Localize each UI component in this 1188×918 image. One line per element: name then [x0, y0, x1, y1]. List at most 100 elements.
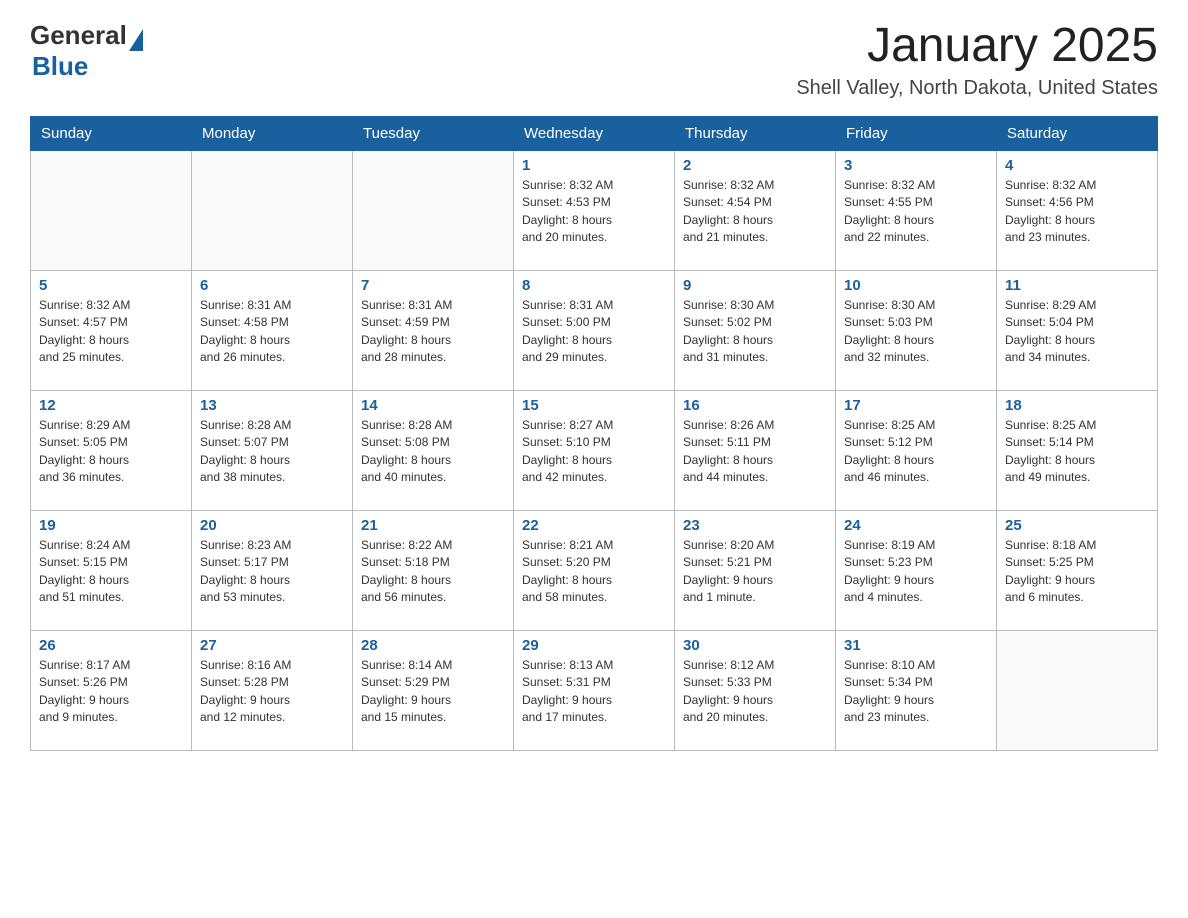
day-number: 21 [361, 517, 505, 534]
calendar-week-row: 5 Sunrise: 8:32 AMSunset: 4:57 PMDaylight… [31, 270, 1158, 390]
day-header-wednesday: Wednesday [514, 116, 675, 150]
calendar-cell: 18 Sunrise: 8:25 AMSunset: 5:14 PMDayligh… [997, 390, 1158, 510]
calendar-cell [31, 150, 192, 270]
day-info: Sunrise: 8:16 AMSunset: 5:28 PMDaylight:… [200, 657, 344, 727]
calendar-cell: 9 Sunrise: 8:30 AMSunset: 5:02 PMDaylight… [675, 270, 836, 390]
day-number: 4 [1005, 157, 1149, 174]
calendar-cell: 17Sunrise: 8:25 AMSunset: 5:12 PMDayligh… [836, 390, 997, 510]
calendar-cell [353, 150, 514, 270]
day-number: 8 [522, 277, 666, 294]
day-info: Sunrise: 8:23 AMSunset: 5:17 PMDaylight:… [200, 537, 344, 607]
calendar-cell [997, 630, 1158, 750]
calendar-cell: 23Sunrise: 8:20 AMSunset: 5:21 PMDayligh… [675, 510, 836, 630]
calendar-cell: 19Sunrise: 8:24 AMSunset: 5:15 PMDayligh… [31, 510, 192, 630]
day-header-sunday: Sunday [31, 116, 192, 150]
day-number: 20 [200, 517, 344, 534]
day-info: Sunrise: 8:32 AMSunset: 4:56 PMDaylight:… [1005, 177, 1149, 247]
day-number: 26 [39, 637, 183, 654]
day-number: 3 [844, 157, 988, 174]
day-info: Sunrise: 8:30 AMSunset: 5:02 PMDaylight:… [683, 297, 827, 367]
day-number: 15 [522, 397, 666, 414]
day-info: Sunrise: 8:18 AMSunset: 5:25 PMDaylight:… [1005, 537, 1149, 607]
calendar-header-row: SundayMondayTuesdayWednesdayThursdayFrid… [31, 116, 1158, 150]
calendar-cell [192, 150, 353, 270]
day-number: 14 [361, 397, 505, 414]
day-number: 17 [844, 397, 988, 414]
logo-triangle-icon [129, 29, 143, 51]
calendar-cell: 3 Sunrise: 8:32 AMSunset: 4:55 PMDaylight… [836, 150, 997, 270]
day-number: 18 [1005, 397, 1149, 414]
day-info: Sunrise: 8:32 AMSunset: 4:54 PMDaylight:… [683, 177, 827, 247]
day-number: 25 [1005, 517, 1149, 534]
day-header-friday: Friday [836, 116, 997, 150]
day-number: 2 [683, 157, 827, 174]
day-number: 1 [522, 157, 666, 174]
day-number: 27 [200, 637, 344, 654]
day-header-saturday: Saturday [997, 116, 1158, 150]
calendar-cell: 11 Sunrise: 8:29 AMSunset: 5:04 PMDayligh… [997, 270, 1158, 390]
calendar-cell: 20 Sunrise: 8:23 AMSunset: 5:17 PMDayligh… [192, 510, 353, 630]
day-info: Sunrise: 8:31 AMSunset: 4:58 PMDaylight:… [200, 297, 344, 367]
day-info: Sunrise: 8:17 AMSunset: 5:26 PMDaylight:… [39, 657, 183, 727]
calendar-cell: 27 Sunrise: 8:16 AMSunset: 5:28 PMDayligh… [192, 630, 353, 750]
day-header-monday: Monday [192, 116, 353, 150]
calendar-cell: 29 Sunrise: 8:13 AMSunset: 5:31 PMDayligh… [514, 630, 675, 750]
day-info: Sunrise: 8:27 AMSunset: 5:10 PMDaylight:… [522, 417, 666, 487]
calendar-cell: 30 Sunrise: 8:12 AMSunset: 5:33 PMDayligh… [675, 630, 836, 750]
calendar-cell: 16Sunrise: 8:26 AMSunset: 5:11 PMDayligh… [675, 390, 836, 510]
day-number: 11 [1005, 277, 1149, 294]
day-info: Sunrise: 8:13 AMSunset: 5:31 PMDaylight:… [522, 657, 666, 727]
day-number: 22 [522, 517, 666, 534]
day-number: 30 [683, 637, 827, 654]
day-number: 16 [683, 397, 827, 414]
calendar-cell: 28Sunrise: 8:14 AMSunset: 5:29 PMDayligh… [353, 630, 514, 750]
day-number: 9 [683, 277, 827, 294]
calendar-week-row: 19Sunrise: 8:24 AMSunset: 5:15 PMDayligh… [31, 510, 1158, 630]
calendar-cell: 26 Sunrise: 8:17 AMSunset: 5:26 PMDayligh… [31, 630, 192, 750]
day-header-thursday: Thursday [675, 116, 836, 150]
title-section: January 2025 Shell Valley, North Dakota,… [796, 20, 1158, 100]
day-number: 10 [844, 277, 988, 294]
day-info: Sunrise: 8:31 AMSunset: 5:00 PMDaylight:… [522, 297, 666, 367]
day-info: Sunrise: 8:28 AMSunset: 5:07 PMDaylight:… [200, 417, 344, 487]
calendar-cell: 5 Sunrise: 8:32 AMSunset: 4:57 PMDaylight… [31, 270, 192, 390]
calendar-week-row: 26 Sunrise: 8:17 AMSunset: 5:26 PMDayligh… [31, 630, 1158, 750]
calendar-cell: 24Sunrise: 8:19 AMSunset: 5:23 PMDayligh… [836, 510, 997, 630]
calendar-cell: 2 Sunrise: 8:32 AMSunset: 4:54 PMDaylight… [675, 150, 836, 270]
day-number: 24 [844, 517, 988, 534]
page-header: General Blue January 2025 Shell Valley, … [30, 20, 1158, 100]
calendar-cell: 25 Sunrise: 8:18 AMSunset: 5:25 PMDayligh… [997, 510, 1158, 630]
day-info: Sunrise: 8:31 AMSunset: 4:59 PMDaylight:… [361, 297, 505, 367]
calendar-table: SundayMondayTuesdayWednesdayThursdayFrid… [30, 116, 1158, 751]
day-number: 28 [361, 637, 505, 654]
calendar-cell: 15 Sunrise: 8:27 AMSunset: 5:10 PMDayligh… [514, 390, 675, 510]
day-header-tuesday: Tuesday [353, 116, 514, 150]
calendar-cell: 4 Sunrise: 8:32 AMSunset: 4:56 PMDaylight… [997, 150, 1158, 270]
day-number: 31 [844, 637, 988, 654]
day-number: 29 [522, 637, 666, 654]
location-title: Shell Valley, North Dakota, United State… [796, 77, 1158, 100]
day-number: 23 [683, 517, 827, 534]
day-info: Sunrise: 8:25 AMSunset: 5:14 PMDaylight:… [1005, 417, 1149, 487]
calendar-cell: 7 Sunrise: 8:31 AMSunset: 4:59 PMDaylight… [353, 270, 514, 390]
day-number: 12 [39, 397, 183, 414]
day-number: 7 [361, 277, 505, 294]
logo: General Blue [30, 20, 143, 82]
day-number: 5 [39, 277, 183, 294]
day-number: 19 [39, 517, 183, 534]
day-info: Sunrise: 8:32 AMSunset: 4:57 PMDaylight:… [39, 297, 183, 367]
calendar-cell: 13 Sunrise: 8:28 AMSunset: 5:07 PMDayligh… [192, 390, 353, 510]
calendar-cell: 12Sunrise: 8:29 AMSunset: 5:05 PMDayligh… [31, 390, 192, 510]
day-info: Sunrise: 8:10 AMSunset: 5:34 PMDaylight:… [844, 657, 988, 727]
calendar-cell: 21Sunrise: 8:22 AMSunset: 5:18 PMDayligh… [353, 510, 514, 630]
day-number: 6 [200, 277, 344, 294]
calendar-cell: 31 Sunrise: 8:10 AMSunset: 5:34 PMDayligh… [836, 630, 997, 750]
day-info: Sunrise: 8:21 AMSunset: 5:20 PMDaylight:… [522, 537, 666, 607]
logo-blue-text: Blue [32, 51, 88, 81]
day-number: 13 [200, 397, 344, 414]
day-info: Sunrise: 8:32 AMSunset: 4:53 PMDaylight:… [522, 177, 666, 247]
day-info: Sunrise: 8:12 AMSunset: 5:33 PMDaylight:… [683, 657, 827, 727]
day-info: Sunrise: 8:29 AMSunset: 5:04 PMDaylight:… [1005, 297, 1149, 367]
day-info: Sunrise: 8:32 AMSunset: 4:55 PMDaylight:… [844, 177, 988, 247]
calendar-week-row: 12Sunrise: 8:29 AMSunset: 5:05 PMDayligh… [31, 390, 1158, 510]
